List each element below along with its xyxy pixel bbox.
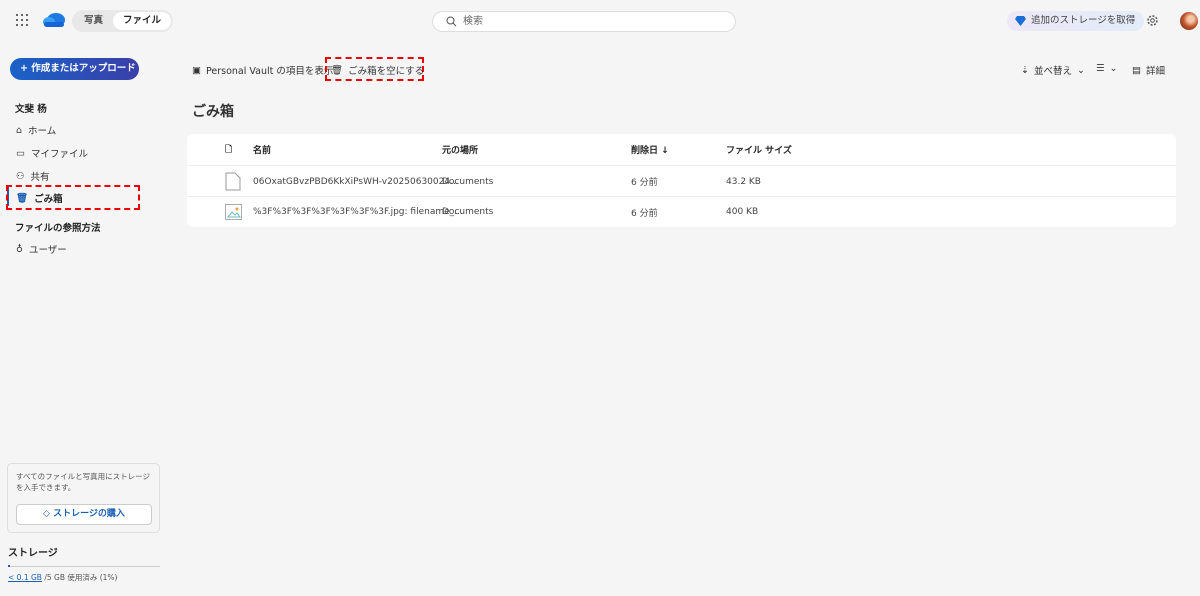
file-icon	[225, 172, 241, 191]
sidebar-item-recycle-bin[interactable]: 🗑 ごみ箱	[16, 191, 63, 206]
tab-photos[interactable]: 写真	[74, 12, 113, 30]
onedrive-logo-icon	[43, 13, 65, 27]
nav-label: マイファイル	[30, 149, 88, 160]
chevron-down-icon: ⌄	[1076, 64, 1085, 76]
sort-label: 並べ替え	[1033, 66, 1072, 77]
get-storage-button[interactable]: 追加のストレージを取得	[1007, 11, 1145, 31]
file-size: 43.2 KB	[726, 176, 761, 187]
get-storage-label: 追加のストレージを取得	[1031, 15, 1136, 26]
sort-icon: ⇣	[1021, 64, 1029, 76]
file-deleted: 6 分前	[631, 208, 658, 219]
list-view-icon: ☰	[1096, 63, 1105, 74]
table-row[interactable]: 06OxatGBvzPBD6KkXiPsWH-v20250630024... D…	[187, 167, 1176, 197]
avatar[interactable]	[1180, 12, 1198, 30]
view-switcher: 写真 ファイル	[72, 10, 174, 32]
search-input[interactable]: 検索	[432, 11, 736, 32]
search-icon	[446, 16, 457, 27]
file-type-icon: 🗋	[225, 144, 233, 155]
column-header-size[interactable]: ファイル サイズ	[726, 143, 792, 156]
nav-label: ごみ箱	[34, 194, 63, 205]
storage-usage-link[interactable]: < 0.1 GB	[8, 573, 42, 582]
file-deleted: 6 分前	[631, 178, 658, 188]
home-icon: ⌂	[16, 124, 23, 136]
file-size: 400 KB	[726, 207, 759, 217]
diamond-icon	[1015, 16, 1026, 26]
diamond-icon: ◇	[43, 509, 50, 519]
trash-icon: 🗑	[331, 64, 344, 76]
view-options-button[interactable]: ☰ ⌄	[1096, 63, 1118, 74]
person-icon: ♁	[16, 243, 23, 255]
table-row[interactable]: %3F%3F%3F%3F%3F%3F%3F.jpg: filename_... …	[187, 197, 1176, 227]
storage-progress	[8, 565, 160, 567]
details-button[interactable]: ▤ 詳細	[1132, 63, 1165, 78]
usage-text: /5 GB 使用済み (1%)	[41, 573, 118, 582]
nav-label: ホーム	[28, 126, 57, 137]
storage-title: ストレージ	[8, 548, 58, 559]
image-icon	[225, 204, 242, 220]
app-launcher-icon[interactable]	[16, 14, 28, 26]
storage-promo: すべてのファイルと写真用にストレージを入手できます。 ◇ ストレージの購入	[7, 463, 160, 533]
sidebar-item-home[interactable]: ⌂ ホーム	[16, 123, 57, 138]
user-name: 文斐 杨	[15, 104, 47, 115]
file-location: Documents	[442, 207, 494, 217]
search-placeholder: 検索	[463, 16, 483, 27]
settings-gear-icon[interactable]	[1146, 14, 1159, 27]
sort-button[interactable]: ⇣ 並べ替え ⌄	[1021, 63, 1085, 78]
trash-icon: 🗑	[16, 192, 29, 204]
file-location: Documents	[442, 176, 494, 187]
file-name[interactable]: 06OxatGBvzPBD6KkXiPsWH-v20250630024...	[253, 177, 459, 187]
buy-label: ストレージの購入	[53, 509, 125, 519]
chevron-down-icon: ⌄	[1109, 63, 1118, 74]
column-header-deleted[interactable]: 削除日 ↓	[631, 143, 669, 156]
create-label: 作成またはアップロード	[31, 63, 136, 74]
empty-label: ごみ箱を空にする	[348, 66, 425, 77]
storage-usage: < 0.1 GB /5 GB 使用済み (1%)	[8, 572, 117, 583]
folder-icon: ▭	[16, 147, 25, 159]
table-header: 🗋 名前 元の場所 削除日 ↓ ファイル サイズ	[187, 134, 1176, 166]
nav-label: 共有	[30, 172, 50, 183]
column-header-location[interactable]: 元の場所	[442, 143, 478, 156]
tab-files[interactable]: ファイル	[113, 12, 172, 30]
vault-label: Personal Vault の項目を表示	[205, 66, 334, 77]
empty-recycle-bin-button[interactable]: 🗑 ごみ箱を空にする	[331, 63, 425, 78]
create-upload-button[interactable]: + 作成またはアップロード	[10, 58, 139, 80]
sidebar-item-shared[interactable]: ⚇ 共有	[16, 169, 50, 184]
details-pane-icon: ▤	[1132, 64, 1141, 76]
details-label: 詳細	[1145, 66, 1165, 77]
sidebar-item-people[interactable]: ♁ ユーザー	[16, 242, 67, 257]
browse-by-heading: ファイルの参照方法	[15, 223, 101, 234]
page-title: ごみ箱	[192, 104, 234, 120]
promo-text: すべてのファイルと写真用にストレージを入手できます。	[16, 472, 151, 492]
file-list: 🗋 名前 元の場所 削除日 ↓ ファイル サイズ 06OxatGBvzPBD6K…	[187, 134, 1176, 227]
column-header-name[interactable]: 名前	[253, 143, 271, 156]
people-icon: ⚇	[16, 170, 25, 182]
sidebar-item-my-files[interactable]: ▭ マイファイル	[16, 146, 88, 161]
personal-vault-button[interactable]: ▣ Personal Vault の項目を表示	[192, 63, 334, 78]
buy-storage-button[interactable]: ◇ ストレージの購入	[16, 504, 152, 525]
vault-icon: ▣	[192, 64, 201, 76]
file-name[interactable]: %3F%3F%3F%3F%3F%3F%3F.jpg: filename_...	[253, 207, 463, 217]
nav-label: ユーザー	[28, 245, 67, 256]
